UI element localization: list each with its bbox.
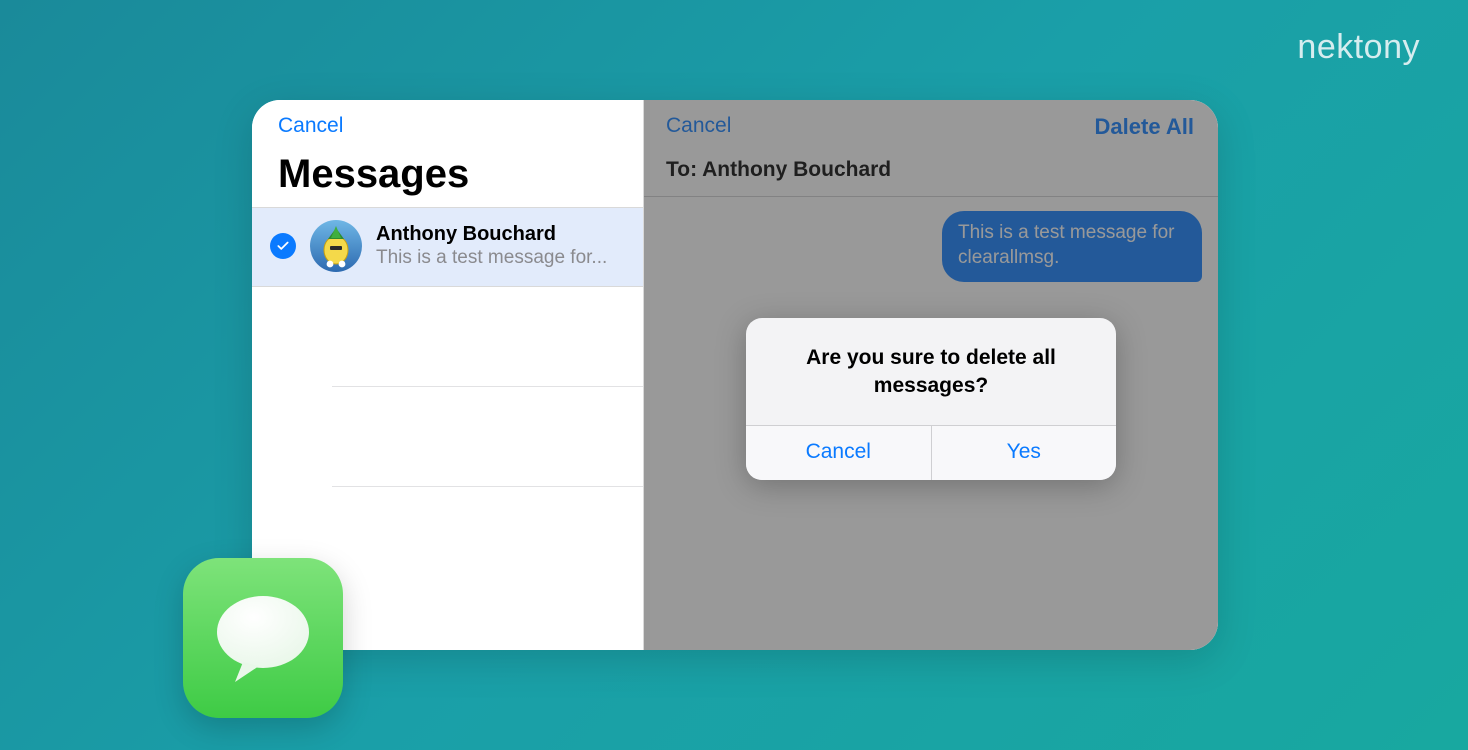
page-title: Messages (252, 138, 643, 207)
list-item (332, 387, 643, 487)
conversation-text: Anthony Bouchard This is a test message … (376, 223, 629, 270)
brand-logo: nektony (1297, 28, 1420, 67)
dialog-yes-button[interactable]: Yes (932, 426, 1117, 480)
conversation-name: Anthony Bouchard (376, 223, 629, 246)
conversation-preview: This is a test message for... (376, 246, 629, 270)
device-window: Cancel Messages Anthony Bouchard (252, 100, 1218, 650)
left-header: Cancel (252, 100, 643, 138)
confirm-delete-dialog: Are you sure to delete all messages? Can… (746, 318, 1116, 480)
conversation-row[interactable]: Anthony Bouchard This is a test message … (252, 208, 643, 286)
empty-list-area (252, 287, 643, 487)
avatar (310, 220, 362, 272)
messages-app-icon (183, 558, 343, 718)
dialog-message: Are you sure to delete all messages? (746, 318, 1116, 425)
conversation-panel: Cancel Dalete All To: Anthony Bouchard T… (644, 100, 1218, 650)
list-item (332, 287, 643, 387)
dialog-buttons: Cancel Yes (746, 425, 1116, 480)
dialog-cancel-button[interactable]: Cancel (746, 426, 932, 480)
cancel-button[interactable]: Cancel (278, 114, 343, 137)
checkmark-selected-icon[interactable] (270, 233, 296, 259)
